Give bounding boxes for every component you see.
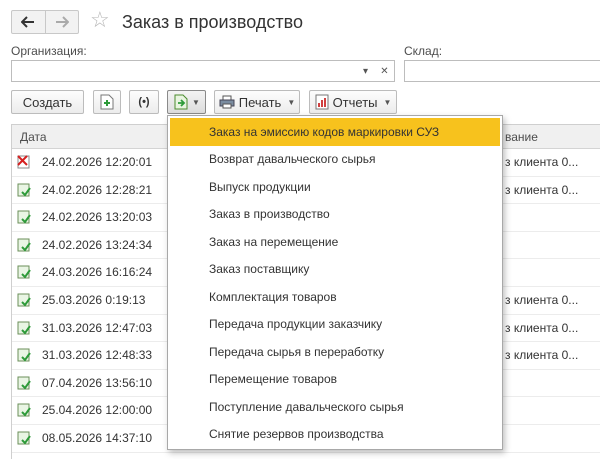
row-description: з клиента 0... (505, 155, 579, 169)
menu-item[interactable]: Снятие резервов производства (168, 421, 502, 449)
column-description-header[interactable]: вание (505, 130, 538, 144)
arrow-left-icon (21, 16, 35, 28)
create-button-label: Создать (22, 94, 73, 110)
menu-items: Заказ на эмиссию кодов маркировки СУЗ Воз… (168, 118, 502, 448)
document-deleted-icon (17, 155, 30, 169)
document-posted-icon (17, 238, 31, 252)
document-posted-icon (17, 265, 31, 279)
document-posted-icon (17, 183, 31, 197)
organization-label: Организация: (11, 44, 87, 58)
document-posted-icon (17, 403, 31, 417)
warehouse-field[interactable] (404, 60, 600, 82)
favorite-star-icon[interactable]: ☆ (90, 9, 110, 31)
chevron-down-icon: ▼ (383, 97, 392, 107)
row-date: 07.04.2026 13:56:10 (42, 375, 153, 390)
create-based-on-icon (174, 94, 188, 110)
menu-item[interactable]: Заказ на перемещение (168, 228, 502, 256)
nav-buttons (11, 10, 79, 34)
create-based-on-menu: Заказ на эмиссию кодов маркировки СУЗ Воз… (167, 115, 503, 450)
row-date: 25.04.2026 12:00:00 (42, 403, 153, 418)
document-posted-icon (17, 348, 31, 362)
row-date: 31.03.2026 12:47:03 (42, 320, 153, 335)
row-date: 24.02.2026 12:28:21 (42, 182, 153, 197)
add-document-icon (100, 94, 114, 110)
reports-button[interactable]: Отчеты ▼ (309, 90, 397, 114)
organization-dropdown-button[interactable]: ▾ (356, 60, 376, 82)
copy-button[interactable] (93, 90, 121, 114)
row-date: 25.03.2026 0:19:13 (42, 292, 146, 307)
menu-item[interactable]: Выпуск продукции (168, 173, 502, 201)
create-based-on-button[interactable]: ▼ (167, 90, 206, 114)
menu-item[interactable]: Передача продукции заказчику (168, 311, 502, 339)
row-description: з клиента 0... (505, 182, 579, 197)
menu-item[interactable]: Перемещение товаров (168, 366, 502, 394)
create-button[interactable]: Создать (11, 90, 84, 114)
warehouse-label: Склад: (404, 44, 443, 58)
title-bar: ☆ Заказ в производство (0, 0, 600, 44)
printer-icon (219, 95, 235, 109)
forward-button[interactable] (44, 11, 78, 33)
close-icon: ✕ (380, 65, 389, 77)
row-date: 08.05.2026 14:37:10 (42, 430, 153, 445)
table-row[interactable]: 25.05.2026 15:54:03з клиента 0... (12, 453, 600, 459)
row-description: з клиента 0... (505, 348, 579, 363)
warehouse-input[interactable] (405, 61, 600, 81)
print-button-label: Печать (238, 94, 282, 110)
document-posted-icon (17, 293, 31, 307)
row-description: з клиента 0... (505, 320, 579, 335)
arrow-right-icon (55, 16, 69, 28)
row-date: 24.02.2026 12:20:01 (42, 155, 153, 169)
exchange-button[interactable]: (•) (129, 90, 159, 114)
menu-item[interactable]: Заказ на эмиссию кодов маркировки СУЗ (170, 118, 500, 146)
broadcast-icon: (•) (138, 96, 150, 108)
menu-item[interactable]: Поступление давальческого сырья (168, 393, 502, 421)
page-title: Заказ в производство (122, 12, 303, 32)
document-posted-icon (17, 210, 31, 224)
organization-input[interactable] (12, 61, 356, 81)
row-description: з клиента 0... (505, 292, 579, 307)
row-date: 24.02.2026 13:24:34 (42, 237, 153, 252)
document-posted-icon (17, 431, 31, 445)
chevron-down-icon: ▾ (362, 65, 369, 77)
print-button[interactable]: Печать ▼ (214, 90, 300, 114)
organization-clear-button[interactable]: ✕ (375, 60, 395, 82)
back-button[interactable] (12, 11, 45, 33)
menu-item[interactable]: Передача сырья в переработку (168, 338, 502, 366)
chevron-down-icon: ▼ (287, 97, 296, 107)
organization-field[interactable] (11, 60, 357, 82)
document-posted-icon (17, 376, 31, 390)
column-date-header[interactable]: Дата (20, 130, 47, 144)
menu-item[interactable]: Заказ поставщику (168, 256, 502, 284)
row-date: 24.02.2026 13:20:03 (42, 210, 153, 225)
row-date: 24.03.2026 16:16:24 (42, 265, 153, 280)
menu-item[interactable]: Заказ в производство (168, 201, 502, 229)
menu-item[interactable]: Возврат давальческого сырья (168, 146, 502, 174)
chevron-down-icon: ▼ (192, 97, 200, 107)
menu-item[interactable]: Комплектация товаров (168, 283, 502, 311)
report-icon (315, 94, 329, 110)
document-posted-icon (17, 321, 31, 335)
row-date: 31.03.2026 12:48:33 (42, 348, 153, 363)
reports-button-label: Отчеты (332, 94, 378, 110)
